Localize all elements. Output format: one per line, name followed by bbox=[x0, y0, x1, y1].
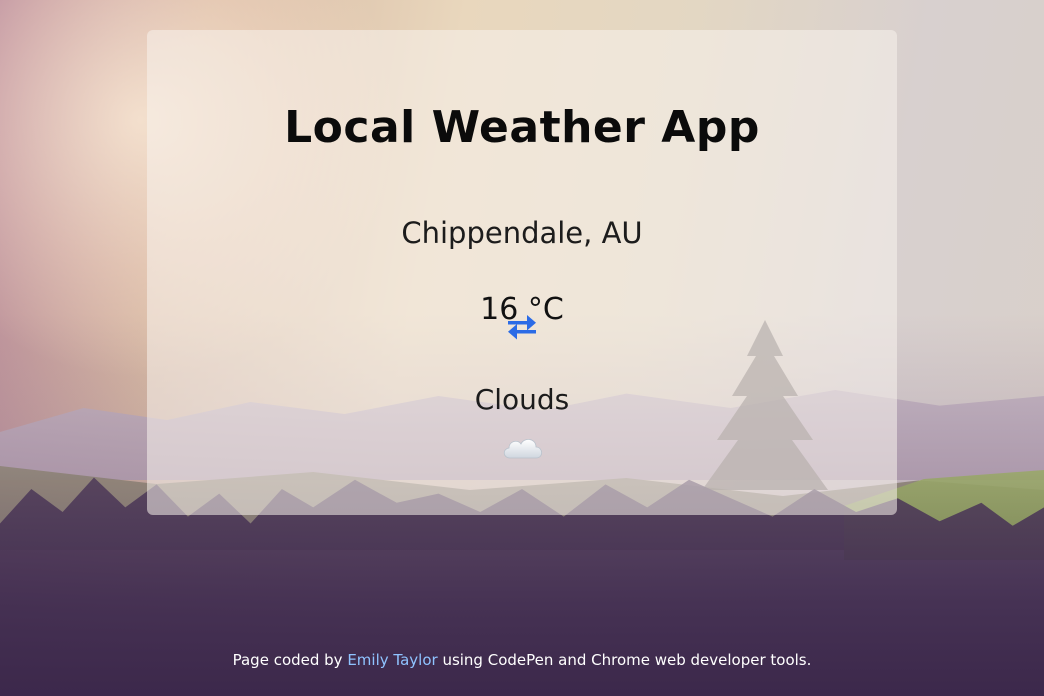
swap-arrows-icon bbox=[508, 315, 536, 340]
footer-suffix: using CodePen and Chrome web developer t… bbox=[437, 651, 812, 669]
weather-card: Local Weather App Chippendale, AU 16 °C … bbox=[147, 30, 897, 515]
cloud-icon bbox=[500, 432, 546, 462]
author-link[interactable]: Emily Taylor bbox=[347, 651, 437, 669]
location-label: Chippendale, AU bbox=[401, 216, 643, 250]
page-title: Local Weather App bbox=[284, 102, 760, 153]
unit-toggle-button[interactable] bbox=[505, 312, 539, 342]
footer: Page coded by Emily Taylor using CodePen… bbox=[0, 651, 1044, 669]
footer-prefix: Page coded by bbox=[232, 651, 348, 669]
condition-label: Clouds bbox=[474, 383, 570, 416]
